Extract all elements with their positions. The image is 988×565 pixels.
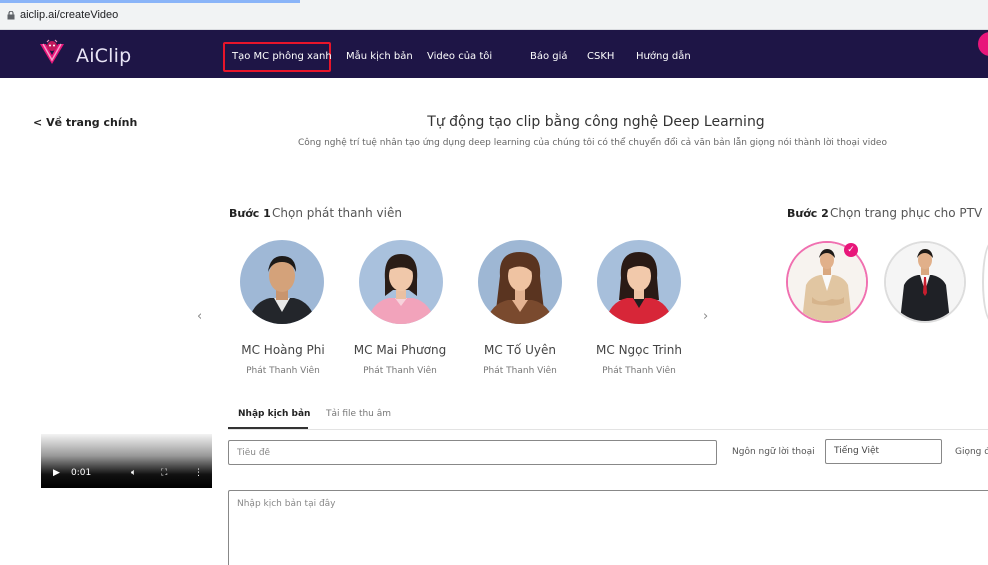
more-options-icon[interactable]: ⋮ [194,468,203,478]
step1-label: Bước 1 [229,207,271,220]
aiclip-logo-icon[interactable] [38,38,66,66]
browser-address-bar[interactable]: aiclip.ai/createVideo [0,0,988,30]
nav-create-mc[interactable]: Tạo MC phông xanh [232,51,332,62]
presenter-role-2: Phát Thanh Viên [483,366,557,376]
page-title: Tự động tạo clip bằng công nghệ Deep Lea… [0,114,988,130]
tab-enter-script[interactable]: Nhập kịch bản [238,409,310,419]
video-player[interactable]: ▶ 0:01 🔈︎ ⛶ ⋮ [41,434,212,488]
nav-pricing[interactable]: Báo giá [530,51,568,62]
nav-script-templates[interactable]: Mẫu kịch bản [346,51,413,62]
language-label: Ngôn ngữ lời thoại [732,447,815,457]
presenter-role-3: Phát Thanh Viên [602,366,676,376]
brand-name[interactable]: AiClip [76,45,131,67]
step1-text: Chọn phát thanh viên [272,206,402,220]
outfit-option-2[interactable] [982,241,988,323]
tab-upload-audio[interactable]: Tải file thu âm [326,409,391,419]
presenter-avatar-ngoc-trinh[interactable] [597,240,681,324]
presenter-avatar-mai-phuong[interactable] [359,240,443,324]
outfit-portrait [886,243,964,321]
presenter-name-2: MC Tố Uyên [484,343,556,357]
volume-icon[interactable]: 🔈︎ [131,468,136,478]
presenter-name-3: MC Ngọc Trinh [596,343,682,357]
video-time: 0:01 [71,468,92,478]
presenter-portrait [359,240,443,324]
presenter-portrait [240,240,324,324]
presenter-avatar-hoang-phi[interactable] [240,240,324,324]
presenter-avatar-to-uyen[interactable] [478,240,562,324]
presenter-role-0: Phát Thanh Viên [246,366,320,376]
lock-icon [7,11,15,20]
voice-label: Giọng đ [955,447,988,457]
presenter-portrait [597,240,681,324]
step2-label: Bước 2 [787,207,829,220]
title-input[interactable] [228,440,717,465]
tabs-divider [228,429,988,430]
active-tab-indicator [228,427,308,429]
presenter-portrait [478,240,562,324]
nav-my-videos[interactable]: Video của tôi [427,51,492,62]
top-navbar [0,30,988,78]
page-title-text: Tự động tạo clip bằng công nghệ Deep Lea… [427,114,765,130]
step2-text: Chọn trang phục cho PTV [830,206,983,220]
browser-tab-accent [0,0,300,3]
presenter-name-0: MC Hoàng Phi [241,343,325,357]
page-subtitle: Công nghệ trí tuệ nhân tạo ứng dụng deep… [298,138,887,148]
selected-check-icon: ✓ [844,243,858,257]
chevron-right-icon[interactable]: › [703,309,708,324]
nav-guide[interactable]: Hướng dẫn [636,51,691,62]
nav-support[interactable]: CSKH [587,51,614,62]
language-select[interactable]: Tiếng Việt [825,439,942,464]
presenter-role-1: Phát Thanh Viên [363,366,437,376]
url-text[interactable]: aiclip.ai/createVideo [20,9,118,21]
script-textarea[interactable] [228,490,988,565]
fullscreen-icon[interactable]: ⛶ [161,468,167,478]
play-icon[interactable]: ▶ [53,468,60,478]
presenter-name-1: MC Mai Phương [353,343,447,357]
chevron-left-icon[interactable]: ‹ [197,309,202,324]
outfit-option-1[interactable] [884,241,966,323]
